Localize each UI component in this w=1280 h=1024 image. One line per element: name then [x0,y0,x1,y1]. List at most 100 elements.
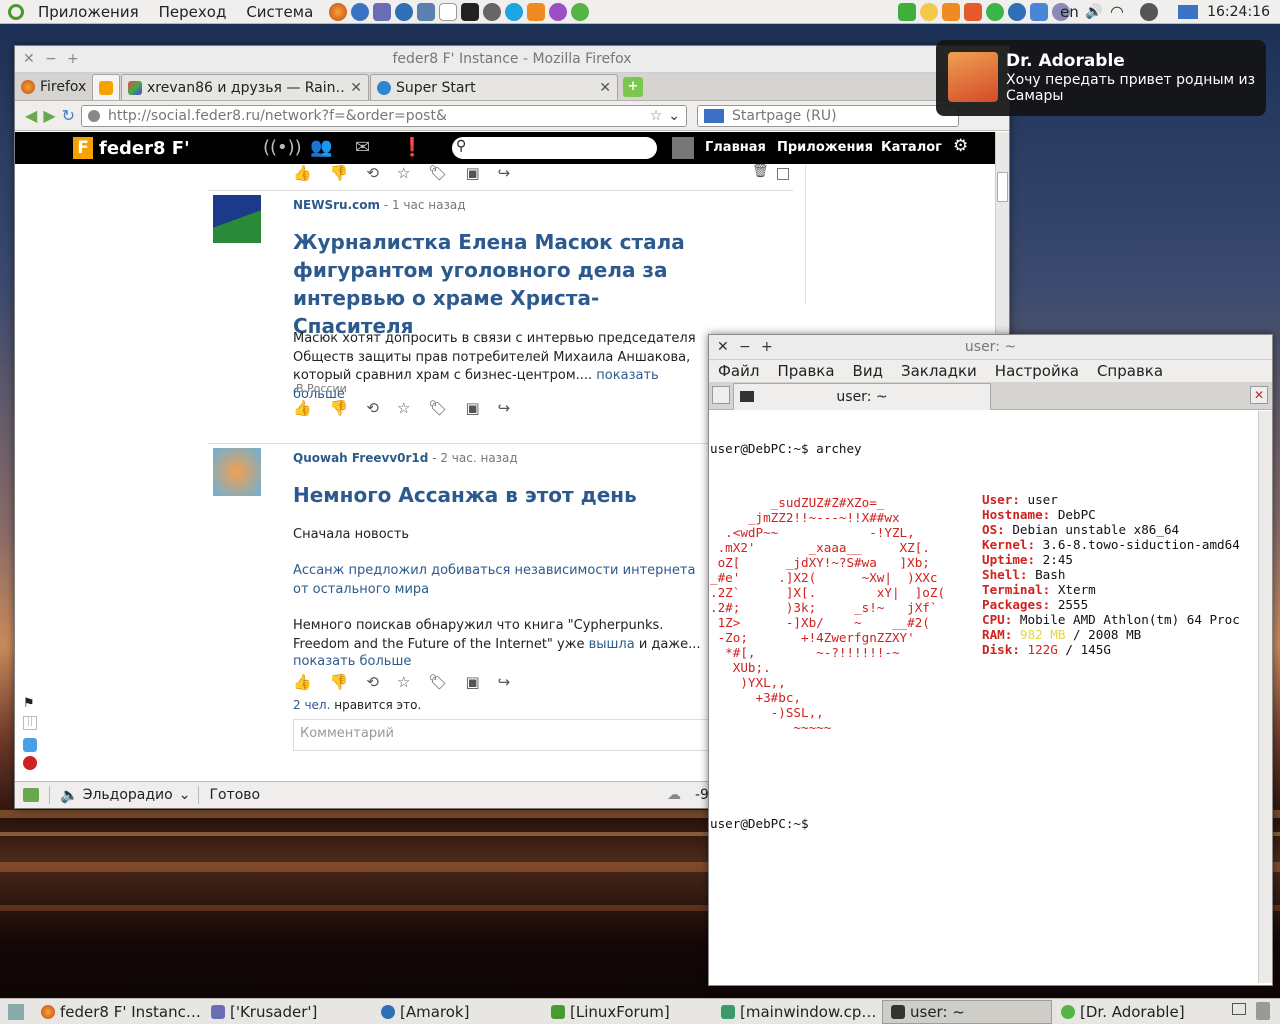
site-search-input[interactable]: ⚲ [452,137,657,159]
task-amarok[interactable]: [Amarok] [372,1000,542,1024]
nav-apps[interactable]: Приложения [777,140,873,155]
show-more-link[interactable]: показать больше [293,653,713,672]
pause-icon[interactable]: || [23,716,37,730]
user-avatar[interactable] [672,137,694,159]
share-icon[interactable]: ⟲ [366,164,379,182]
tab-super-start[interactable]: Super Start ✕ [370,74,618,100]
menu-system[interactable]: Система [236,0,323,24]
weather-temp[interactable]: -9 [695,787,709,803]
search-engine-icon[interactable] [704,108,725,123]
firefox-launcher-icon[interactable] [329,2,348,21]
url-bar[interactable]: http://social.feder8.ru/network?f=&order… [81,104,688,127]
close-tab-icon[interactable]: ✕ [1250,386,1268,404]
maximize-icon[interactable]: + [761,335,773,360]
post-title[interactable]: Немного Ассанжа в этот день [293,481,713,509]
radio-icon[interactable]: 🔈 [60,786,79,804]
minimize-icon[interactable]: − [739,335,751,360]
site-identity-icon[interactable] [88,109,101,122]
post-category[interactable]: В России [296,382,347,395]
status-launcher-icon[interactable] [571,2,590,21]
share-icon[interactable]: ⟲ [366,399,379,417]
contacts-icon[interactable]: 👥 [310,137,332,158]
robot-icon[interactable] [23,738,37,752]
messages-icon[interactable]: ✉ [355,137,370,158]
nav-catalog[interactable]: Каталог [881,140,942,155]
radio-station[interactable]: Эльдорадио [83,787,173,803]
dislike-icon[interactable]: 👎 [330,164,349,182]
comment-input[interactable]: Комментарий [293,719,723,751]
star-icon[interactable]: ☆ [397,673,410,691]
weather-icon[interactable]: ☁ [667,787,681,803]
tab-close-icon[interactable]: ✕ [599,80,611,96]
file-icon[interactable]: ▣ [465,399,479,417]
site-brand[interactable]: feder8 F' [99,138,190,159]
tab-pinned-feder8[interactable] [92,74,120,100]
dislike-icon[interactable]: 👎 [330,399,349,417]
back-icon[interactable]: ◀ [25,106,37,125]
like-icon[interactable]: 👍 [293,399,312,417]
tag-icon[interactable]: 🏷 [428,399,447,417]
terminal-scrollbar[interactable] [1258,411,1272,983]
post-author[interactable]: Quowah Freevv0r1d [293,451,428,465]
document-launcher-icon[interactable] [439,2,458,21]
cat-avatar[interactable] [213,448,261,496]
search-bar[interactable]: Startpage (RU) [697,104,960,127]
steam-tray-icon[interactable] [1140,3,1158,21]
reshare-icon[interactable]: ↪ [498,164,511,182]
tab-rainbow[interactable]: xrevan86 и друзья — Rain… ✕ [121,74,369,100]
star-icon[interactable]: ☆ [397,399,410,417]
menu-settings[interactable]: Настройка [986,362,1088,380]
star-icon[interactable]: ☆ [397,164,410,182]
keyboard-layout[interactable]: en [1060,0,1079,24]
reshare-icon[interactable]: ↪ [498,399,511,417]
flag-icon[interactable]: ⚑ [23,696,35,711]
new-tab-button[interactable]: + [623,77,643,97]
file-icon[interactable]: ▣ [465,673,479,691]
workspace-switcher-icon[interactable] [1232,1003,1246,1015]
radio-dropdown-icon[interactable]: ⌄ [179,787,191,803]
clock[interactable]: 16:24:16 [1207,0,1270,24]
notification-popup[interactable]: Dr. Adorable Хочу передать привет родным… [936,40,1266,116]
post-title[interactable]: Журналистка Елена Масюк стала фигурантом… [293,228,713,340]
file-icon[interactable]: ▣ [465,164,479,182]
terminal-tab[interactable]: user: ~ [733,383,991,410]
feed-tray-icon[interactable] [964,3,982,21]
maximize-icon[interactable]: + [67,46,79,73]
volume-icon[interactable]: 🔊 [1085,4,1102,20]
menu-help[interactable]: Справка [1088,362,1172,380]
tag-icon[interactable]: 🏷 [428,164,447,182]
download-tray-icon[interactable] [1030,3,1048,21]
post-time[interactable]: - 2 час. назад [432,451,518,465]
menu-applications[interactable]: Приложения [28,0,149,24]
task-pidgin[interactable]: [Dr. Adorable] [1052,1000,1222,1024]
close-icon[interactable]: ✕ [717,335,729,360]
trash-icon[interactable] [1256,1002,1270,1020]
thunderbird-launcher-icon[interactable] [351,2,370,21]
emoticon-tray-icon[interactable] [920,3,938,21]
network-icon[interactable]: ((•)) [263,137,302,158]
share-icon[interactable]: ⟲ [366,673,379,691]
dislike-icon[interactable]: 👎 [330,673,349,691]
delete-icon[interactable]: 🗑 [752,164,769,179]
article-link[interactable]: Ассанж предложил добиваться независимост… [293,562,713,599]
addon-icon[interactable] [23,788,39,802]
screenshot-launcher-icon[interactable] [373,2,392,21]
bookmark-star-icon[interactable]: ☆ [650,108,663,124]
like-icon[interactable]: 👍 [293,673,312,691]
task-linuxforum[interactable]: [LinuxForum] [542,1000,712,1024]
tab-close-icon[interactable]: ✕ [350,80,362,96]
check-tray-icon[interactable] [986,3,1004,21]
settings-gear-icon[interactable]: ⚙ [953,136,968,156]
task-krusader[interactable]: ['Krusader'] [202,1000,372,1024]
nav-home[interactable]: Главная [705,140,766,155]
mail-launcher-icon[interactable] [417,2,436,21]
rss-launcher-icon[interactable] [527,2,546,21]
scrollbar-thumb[interactable] [997,172,1008,202]
minimize-icon[interactable]: − [45,46,57,73]
terminal-titlebar[interactable]: ✕ − + user: ~ [709,335,1272,360]
menu-edit[interactable]: Правка [768,362,843,380]
published-link[interactable]: вышла [589,637,635,652]
reload-icon[interactable]: ↻ [62,106,75,125]
firefox-app-button[interactable]: Firefox [15,74,91,100]
site-logo-icon[interactable]: F [73,137,93,159]
